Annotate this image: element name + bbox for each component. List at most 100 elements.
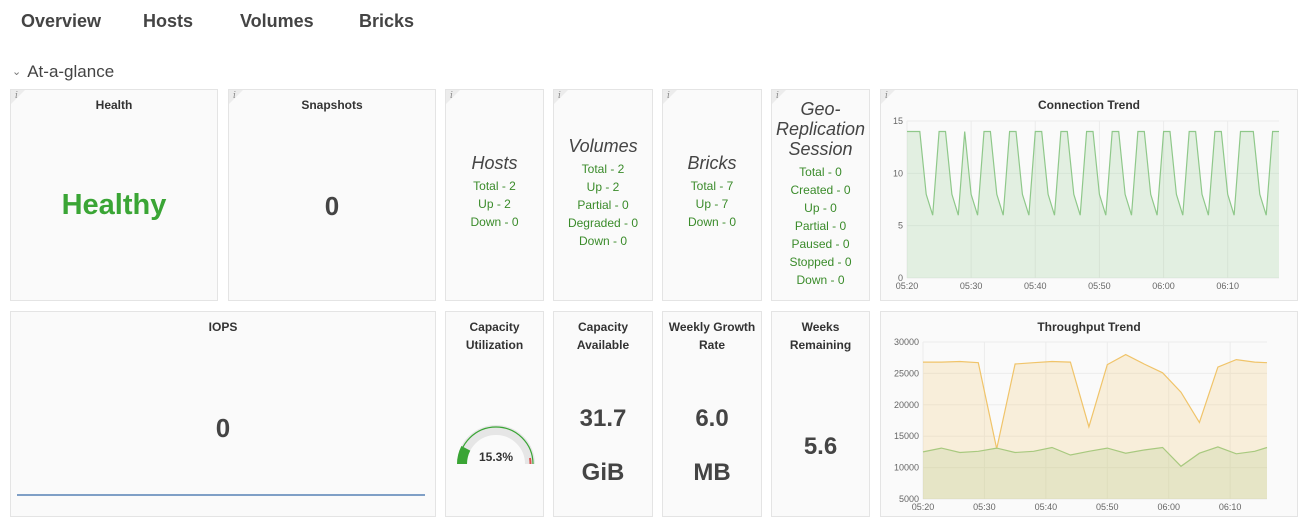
y-tick-label: 25000 xyxy=(894,368,919,378)
info-corner xyxy=(663,90,677,104)
connection-trend-panel: i Connection Trend 0 5 10 15 05:20 05:30 05:40… xyxy=(880,89,1298,301)
panel-title: Capacity Available xyxy=(554,318,652,354)
x-tick-label: 05:30 xyxy=(960,281,983,291)
title-line-2: Available xyxy=(576,338,630,352)
bricks-down: Down - 0 xyxy=(687,215,737,229)
title-line-2: Rate xyxy=(698,338,725,352)
iops-sparkline xyxy=(17,494,425,496)
capacity-available-panel: Capacity Available 31.7 GiB xyxy=(553,311,653,517)
geo-replication-panel: i Geo- Replication Session Total - 0 Cre… xyxy=(771,89,870,301)
capacity-available-unit: GiB xyxy=(581,459,625,486)
title-line-1: Weekly Growth xyxy=(668,320,756,334)
x-tick-label: 05:20 xyxy=(912,502,935,512)
x-tick-label: 05:40 xyxy=(1024,281,1047,291)
hosts-down: Down - 0 xyxy=(470,215,519,229)
snapshots-panel: i Snapshots 0 xyxy=(228,89,436,301)
panel-title: Weeks Remaining xyxy=(772,318,869,354)
y-tick-label: 5 xyxy=(898,221,903,231)
tab-bricks[interactable]: Bricks xyxy=(359,11,414,32)
weekly-growth-value: 6.0 xyxy=(695,405,729,432)
panel-title: Health xyxy=(95,98,133,112)
geo-title-line-1: Geo- xyxy=(800,99,841,119)
volumes-panel: i Volumes Total - 2 Up - 2 Partial - 0 D… xyxy=(553,89,653,301)
weeks-remaining-value: 5.6 xyxy=(803,433,838,460)
info-icon[interactable]: i xyxy=(667,91,670,101)
info-corner xyxy=(554,90,568,104)
bricks-panel: i Bricks Total - 7 Up - 7 Down - 0 xyxy=(662,89,762,301)
panel-title: Weekly Growth Rate xyxy=(663,318,761,354)
y-tick-label: 30000 xyxy=(894,337,919,347)
x-tick-label: 06:10 xyxy=(1219,502,1242,512)
geo-total: Total - 0 xyxy=(799,165,842,179)
volumes-stats: Volumes Total - 2 Up - 2 Partial - 0 Deg… xyxy=(554,136,652,250)
bricks-total: Total - 7 xyxy=(690,179,734,193)
x-tick-label: 06:10 xyxy=(1216,281,1239,291)
volumes-degraded: Degraded - 0 xyxy=(567,216,639,230)
x-tick-label: 05:20 xyxy=(896,281,919,291)
hosts-stats: Hosts Total - 2 Up - 2 Down - 0 xyxy=(446,153,543,231)
volumes-down: Down - 0 xyxy=(578,234,628,248)
x-tick-label: 05:30 xyxy=(973,502,996,512)
panel-title: Capacity Utilization xyxy=(446,318,543,354)
weekly-growth-panel: Weekly Growth Rate 6.0 MB xyxy=(662,311,762,517)
weeks-remaining-panel: Weeks Remaining 5.6 xyxy=(771,311,870,517)
gauge-red-tick xyxy=(529,457,532,465)
x-tick-label: 05:50 xyxy=(1088,281,1111,291)
geo-stats: Geo- Replication Session Total - 0 Creat… xyxy=(772,99,869,289)
y-tick-label: 10000 xyxy=(894,463,919,473)
tab-volumes[interactable]: Volumes xyxy=(240,11,314,32)
info-icon[interactable]: i xyxy=(558,91,561,101)
section-toggle-at-a-glance[interactable]: ⌄ At-a-glance xyxy=(12,62,114,82)
x-tick-label: 05:40 xyxy=(1035,502,1058,512)
volumes-up: Up - 2 xyxy=(586,180,620,194)
x-tick-label: 06:00 xyxy=(1152,281,1175,291)
title-line-1: Capacity xyxy=(469,320,520,334)
y-tick-label: 15000 xyxy=(894,431,919,441)
title-line-1: Capacity xyxy=(577,320,629,334)
throughput-trend-chart: 5000100001500020000250003000005:20 05:30 0… xyxy=(894,337,1268,512)
capacity-available-value: 31.7 xyxy=(579,405,627,432)
title-line-1: Weeks xyxy=(801,320,840,334)
title-line-2: Remaining xyxy=(789,338,852,352)
health-panel: i Health Healthy xyxy=(10,89,218,301)
y-tick-label: 20000 xyxy=(894,400,919,410)
hosts-up: Up - 2 xyxy=(478,197,511,211)
tab-overview[interactable]: Overview xyxy=(21,11,101,32)
y-tick-label: 15 xyxy=(893,116,903,126)
geo-paused: Paused - 0 xyxy=(791,237,850,251)
hosts-total: Total - 2 xyxy=(473,179,516,193)
geo-up: Up - 0 xyxy=(804,201,837,215)
hosts-title: Hosts xyxy=(471,153,518,173)
iops-panel: IOPS 0 xyxy=(10,311,436,517)
volumes-total: Total - 2 xyxy=(581,162,625,176)
throughput-trend-panel: Throughput Trend 5000 10000 15000 20000 2500… xyxy=(880,311,1298,517)
bricks-title: Bricks xyxy=(687,153,737,173)
connection-trend-chart: 05101505:20 05:30 05:40 05:50 06:00 06:10 xyxy=(893,116,1279,291)
snapshots-count: 0 xyxy=(324,191,340,221)
y-tick-label: 10 xyxy=(893,168,903,178)
x-tick-label: 05:50 xyxy=(1096,502,1119,512)
gauge-fill xyxy=(457,445,471,465)
title-line-2: Utilization xyxy=(465,338,524,352)
volumes-title: Volumes xyxy=(568,136,638,156)
geo-partial: Partial - 0 xyxy=(794,219,847,233)
bricks-stats: Bricks Total - 7 Up - 7 Down - 0 xyxy=(663,153,761,231)
gauge-value: 15.3% xyxy=(479,450,513,464)
panel-title: Snapshots xyxy=(301,98,363,112)
geo-created: Created - 0 xyxy=(790,183,851,197)
geo-title-line-2: Replication xyxy=(775,119,866,139)
section-label: At-a-glance xyxy=(27,62,115,81)
volumes-partial: Partial - 0 xyxy=(577,198,629,212)
x-tick-label: 06:00 xyxy=(1157,502,1180,512)
geo-stopped: Stopped - 0 xyxy=(789,255,852,269)
tab-hosts[interactable]: Hosts xyxy=(143,11,193,32)
series-area xyxy=(923,446,1267,499)
info-corner xyxy=(446,90,460,104)
capacity-utilization-panel: Capacity Utilization 15.3% xyxy=(445,311,544,517)
geo-down: Down - 0 xyxy=(796,273,845,287)
hosts-panel: i Hosts Total - 2 Up - 2 Down - 0 xyxy=(445,89,544,301)
bricks-up: Up - 7 xyxy=(695,197,729,211)
health-status: Healthy xyxy=(61,189,167,221)
info-icon[interactable]: i xyxy=(450,91,453,101)
chevron-down-icon: ⌄ xyxy=(12,66,22,78)
